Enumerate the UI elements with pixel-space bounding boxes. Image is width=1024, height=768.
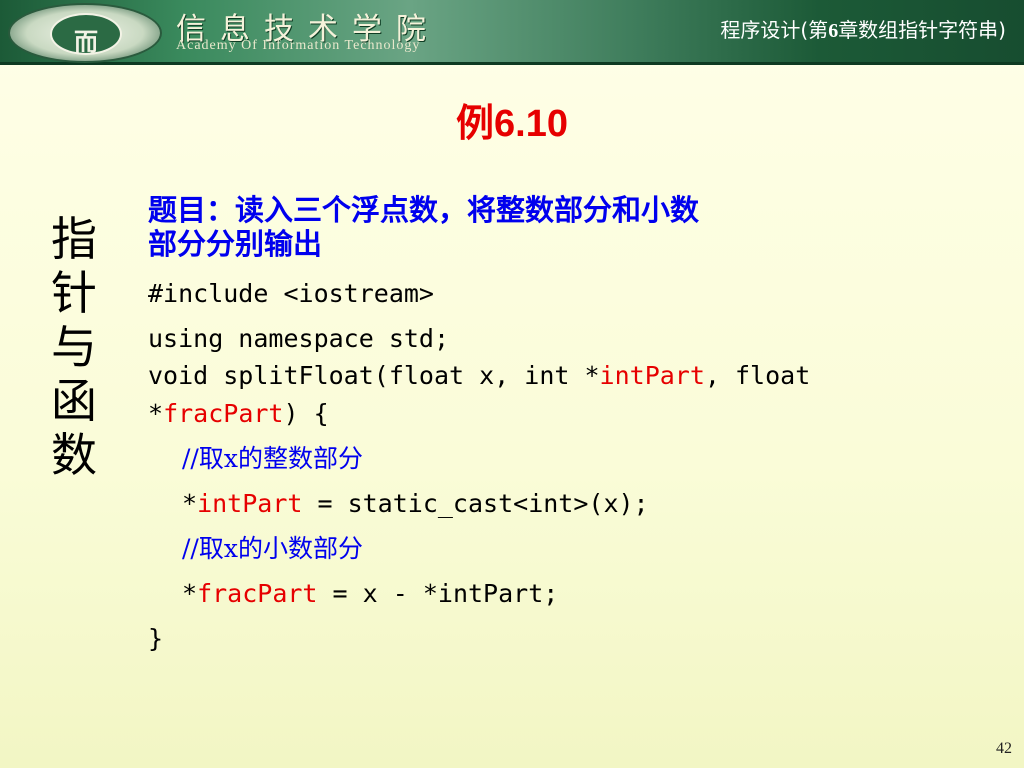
header-banner: 而 信息技术学院 Academy Of Information Technolo…	[0, 0, 1024, 65]
title-number: 6.10	[494, 103, 568, 145]
code-text: *	[182, 489, 198, 518]
side-label: 指 针 与 函 数	[42, 212, 106, 482]
chapter-title: 程序设计(第6章数组指针字符串)	[720, 14, 1006, 43]
code-block: #include <iostream> using namespace std;…	[148, 271, 918, 661]
page-number: 42	[996, 740, 1012, 757]
code-line: *fracPart = x - *intPart;	[148, 571, 918, 616]
param-name: intPart	[599, 361, 705, 390]
side-char: 与	[51, 320, 97, 374]
side-char: 数	[51, 428, 97, 482]
side-char: 函	[51, 374, 97, 428]
param-name: fracPart	[163, 399, 284, 428]
code-line: using namespace std;	[148, 324, 450, 353]
code-line: *intPart = static_cast<int>(x);	[148, 481, 918, 526]
code-line: void splitFloat(float x, int *intPart, f…	[148, 361, 918, 391]
chapter-prefix: 程序设计(第	[720, 18, 829, 42]
param-name: intPart	[197, 489, 303, 518]
code-line: }	[148, 624, 164, 653]
side-char: 针	[51, 266, 97, 320]
code-line: #include <iostream>	[148, 279, 434, 308]
side-char: 指	[51, 212, 97, 266]
param-name: fracPart	[197, 579, 318, 608]
school-name-english: Academy Of Information Technology	[176, 38, 421, 53]
code-text: ) {	[283, 399, 329, 428]
code-text: = static_cast<int>(x);	[302, 489, 649, 518]
code-comment: //取x的小数部分	[182, 534, 363, 563]
question-line: 部分分别输出	[148, 227, 323, 261]
logo-glyph: 而	[74, 27, 98, 56]
title-prefix: 例	[456, 103, 495, 145]
code-text: void splitFloat(float x, int *	[148, 361, 600, 390]
code-line: *fracPart) {	[148, 391, 918, 436]
code-comment: //取x的整数部分	[182, 444, 363, 473]
logo-emblem: 而	[50, 13, 122, 56]
slide-content: 题目：读入三个浮点数，将整数部分和小数 部分分别输出 #include <ios…	[148, 193, 918, 661]
code-text: = x - *intPart;	[317, 579, 559, 608]
slide-title: 例6.10	[0, 92, 1024, 147]
school-logo: 而	[8, 3, 162, 63]
question-text: 题目：读入三个浮点数，将整数部分和小数 部分分别输出	[148, 193, 918, 261]
code-text: *	[182, 579, 198, 608]
code-comment-line: //取x的整数部分	[148, 436, 918, 481]
code-text: *	[148, 399, 164, 428]
chapter-suffix: 章数组指针字符串)	[838, 18, 1006, 42]
question-line: 题目：读入三个浮点数，将整数部分和小数	[148, 193, 700, 227]
code-comment-line: //取x的小数部分	[148, 526, 918, 571]
chapter-number: 6	[828, 20, 839, 42]
code-text: , float	[704, 361, 811, 390]
